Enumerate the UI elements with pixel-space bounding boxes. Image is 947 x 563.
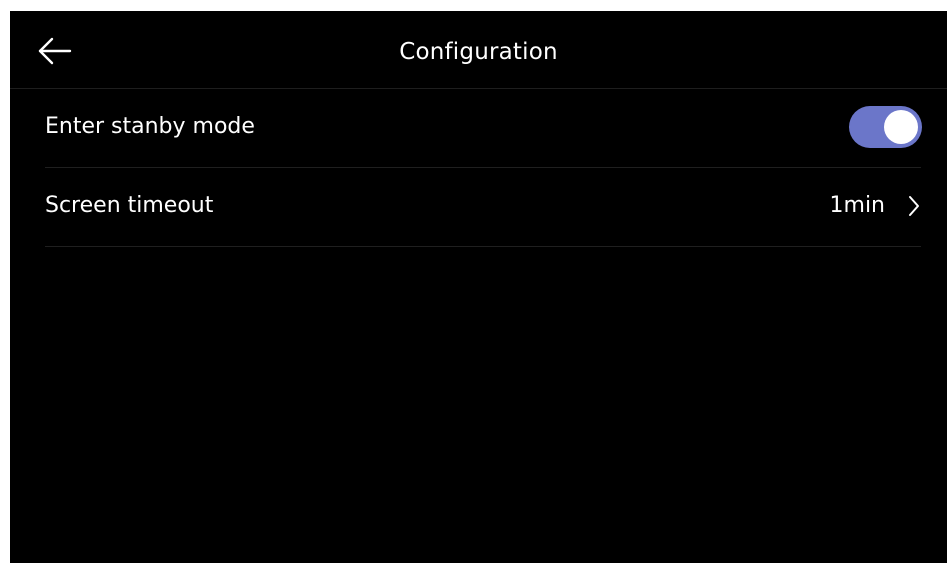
standby-mode-toggle[interactable] [849,106,922,148]
screen-timeout-value: 1min [829,193,885,218]
screen-timeout-selector[interactable]: 1min [830,191,921,221]
configuration-screen: Configuration Enter stanby mode Screen t… [10,11,947,563]
chevron-right-icon [907,194,921,218]
header-bar: Configuration [10,11,947,89]
page-title: Configuration [399,39,558,65]
screen-timeout-label: Screen timeout [45,193,214,218]
toggle-knob [884,110,918,144]
setting-row-screen-timeout[interactable]: Screen timeout 1min [45,168,921,247]
setting-row-standby-mode: Enter stanby mode [45,89,922,168]
standby-mode-label: Enter stanby mode [45,114,255,139]
